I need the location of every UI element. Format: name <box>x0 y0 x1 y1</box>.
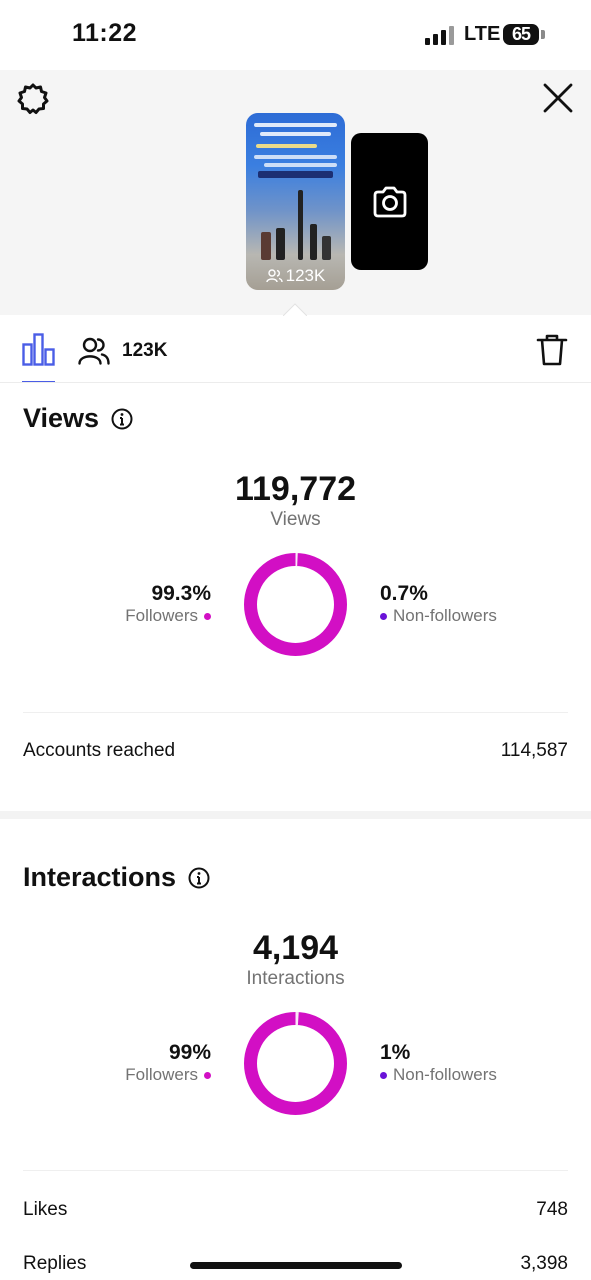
interactions-followers-pct-block: 99% Followers <box>120 1041 211 1085</box>
interactions-nonfollowers-pct-block: 1% Non-followers <box>380 1041 497 1085</box>
selection-caret <box>283 303 307 316</box>
donut-followers-arc <box>244 553 347 656</box>
interactions-nonfollowers-legend: Non-followers <box>380 1065 497 1085</box>
likes-label: Likes <box>23 1199 68 1220</box>
interactions-nonfollowers-label: Non-followers <box>393 1065 497 1084</box>
interactions-title: Interactions <box>23 862 177 892</box>
views-total: 119,772 <box>234 470 357 508</box>
settings-gear-icon <box>17 83 49 114</box>
bar-chart-icon <box>22 333 55 366</box>
tab-insights[interactable] <box>22 333 56 383</box>
nonfollowers-dot <box>380 1071 387 1079</box>
home-indicator[interactable] <box>190 1262 402 1269</box>
divider <box>23 1170 568 1171</box>
people-icon <box>265 269 283 283</box>
divider <box>23 712 568 713</box>
interactions-donut-chart <box>244 1012 347 1115</box>
camera-icon <box>373 186 406 217</box>
signal-strength-icon <box>425 26 457 45</box>
views-nonfollowers-legend: Non-followers <box>380 606 497 626</box>
interactions-followers-legend: Followers <box>120 1065 211 1085</box>
close-icon <box>543 83 573 113</box>
views-title: Views <box>23 403 100 433</box>
interactions-nonfollowers-pct: 1% <box>380 1041 411 1064</box>
replies-value: 3,398 <box>520 1253 568 1274</box>
interactions-followers-label: Followers <box>125 1065 198 1084</box>
story-view-count: 123K <box>246 266 345 286</box>
tab-divider <box>0 382 591 383</box>
views-total-label: Views <box>270 509 321 530</box>
views-section-header: Views <box>23 403 133 434</box>
close-button[interactable] <box>540 80 576 116</box>
accounts-reached-label: Accounts reached <box>23 740 176 761</box>
views-followers-pct: 99.3% <box>151 582 211 605</box>
interactions-followers-pct: 99% <box>168 1041 211 1064</box>
story-thumbnail[interactable]: 123K <box>246 113 345 290</box>
likes-value: 748 <box>536 1199 568 1220</box>
views-donut-chart <box>244 553 347 656</box>
delete-button[interactable] <box>536 333 568 367</box>
views-nonfollowers-label: Non-followers <box>393 606 497 625</box>
info-icon[interactable] <box>111 408 133 430</box>
info-icon[interactable] <box>188 867 210 889</box>
add-story-camera-card[interactable] <box>351 133 428 270</box>
story-view-count-text: 123K <box>285 266 326 285</box>
status-time: 11:22 <box>72 19 138 47</box>
tab-viewers-count: 123K <box>122 340 168 361</box>
replies-label: Replies <box>23 1253 87 1274</box>
interactions-section-header: Interactions <box>23 862 210 893</box>
donut-followers-arc <box>244 1012 347 1115</box>
views-nonfollowers-pct: 0.7% <box>380 582 428 605</box>
interactions-total-label: Interactions <box>246 968 345 989</box>
tab-viewers[interactable]: 123K <box>78 334 167 368</box>
network-type: LTE <box>464 23 501 45</box>
views-followers-label: Followers <box>125 606 198 625</box>
battery-cap-icon <box>541 30 545 39</box>
settings-button[interactable] <box>15 81 51 117</box>
followers-dot <box>204 1071 211 1079</box>
battery-level: 65 <box>503 24 539 45</box>
interactions-total: 4,194 <box>252 929 339 967</box>
nonfollowers-dot <box>380 612 387 620</box>
accounts-reached-value: 114,587 <box>500 740 568 761</box>
views-followers-pct-block: 99.3% Followers <box>120 582 211 626</box>
trash-icon <box>536 334 568 366</box>
people-icon <box>78 337 110 365</box>
views-followers-legend: Followers <box>120 606 211 626</box>
views-nonfollowers-pct-block: 0.7% Non-followers <box>380 582 497 626</box>
section-separator <box>0 811 591 819</box>
followers-dot <box>204 612 211 620</box>
